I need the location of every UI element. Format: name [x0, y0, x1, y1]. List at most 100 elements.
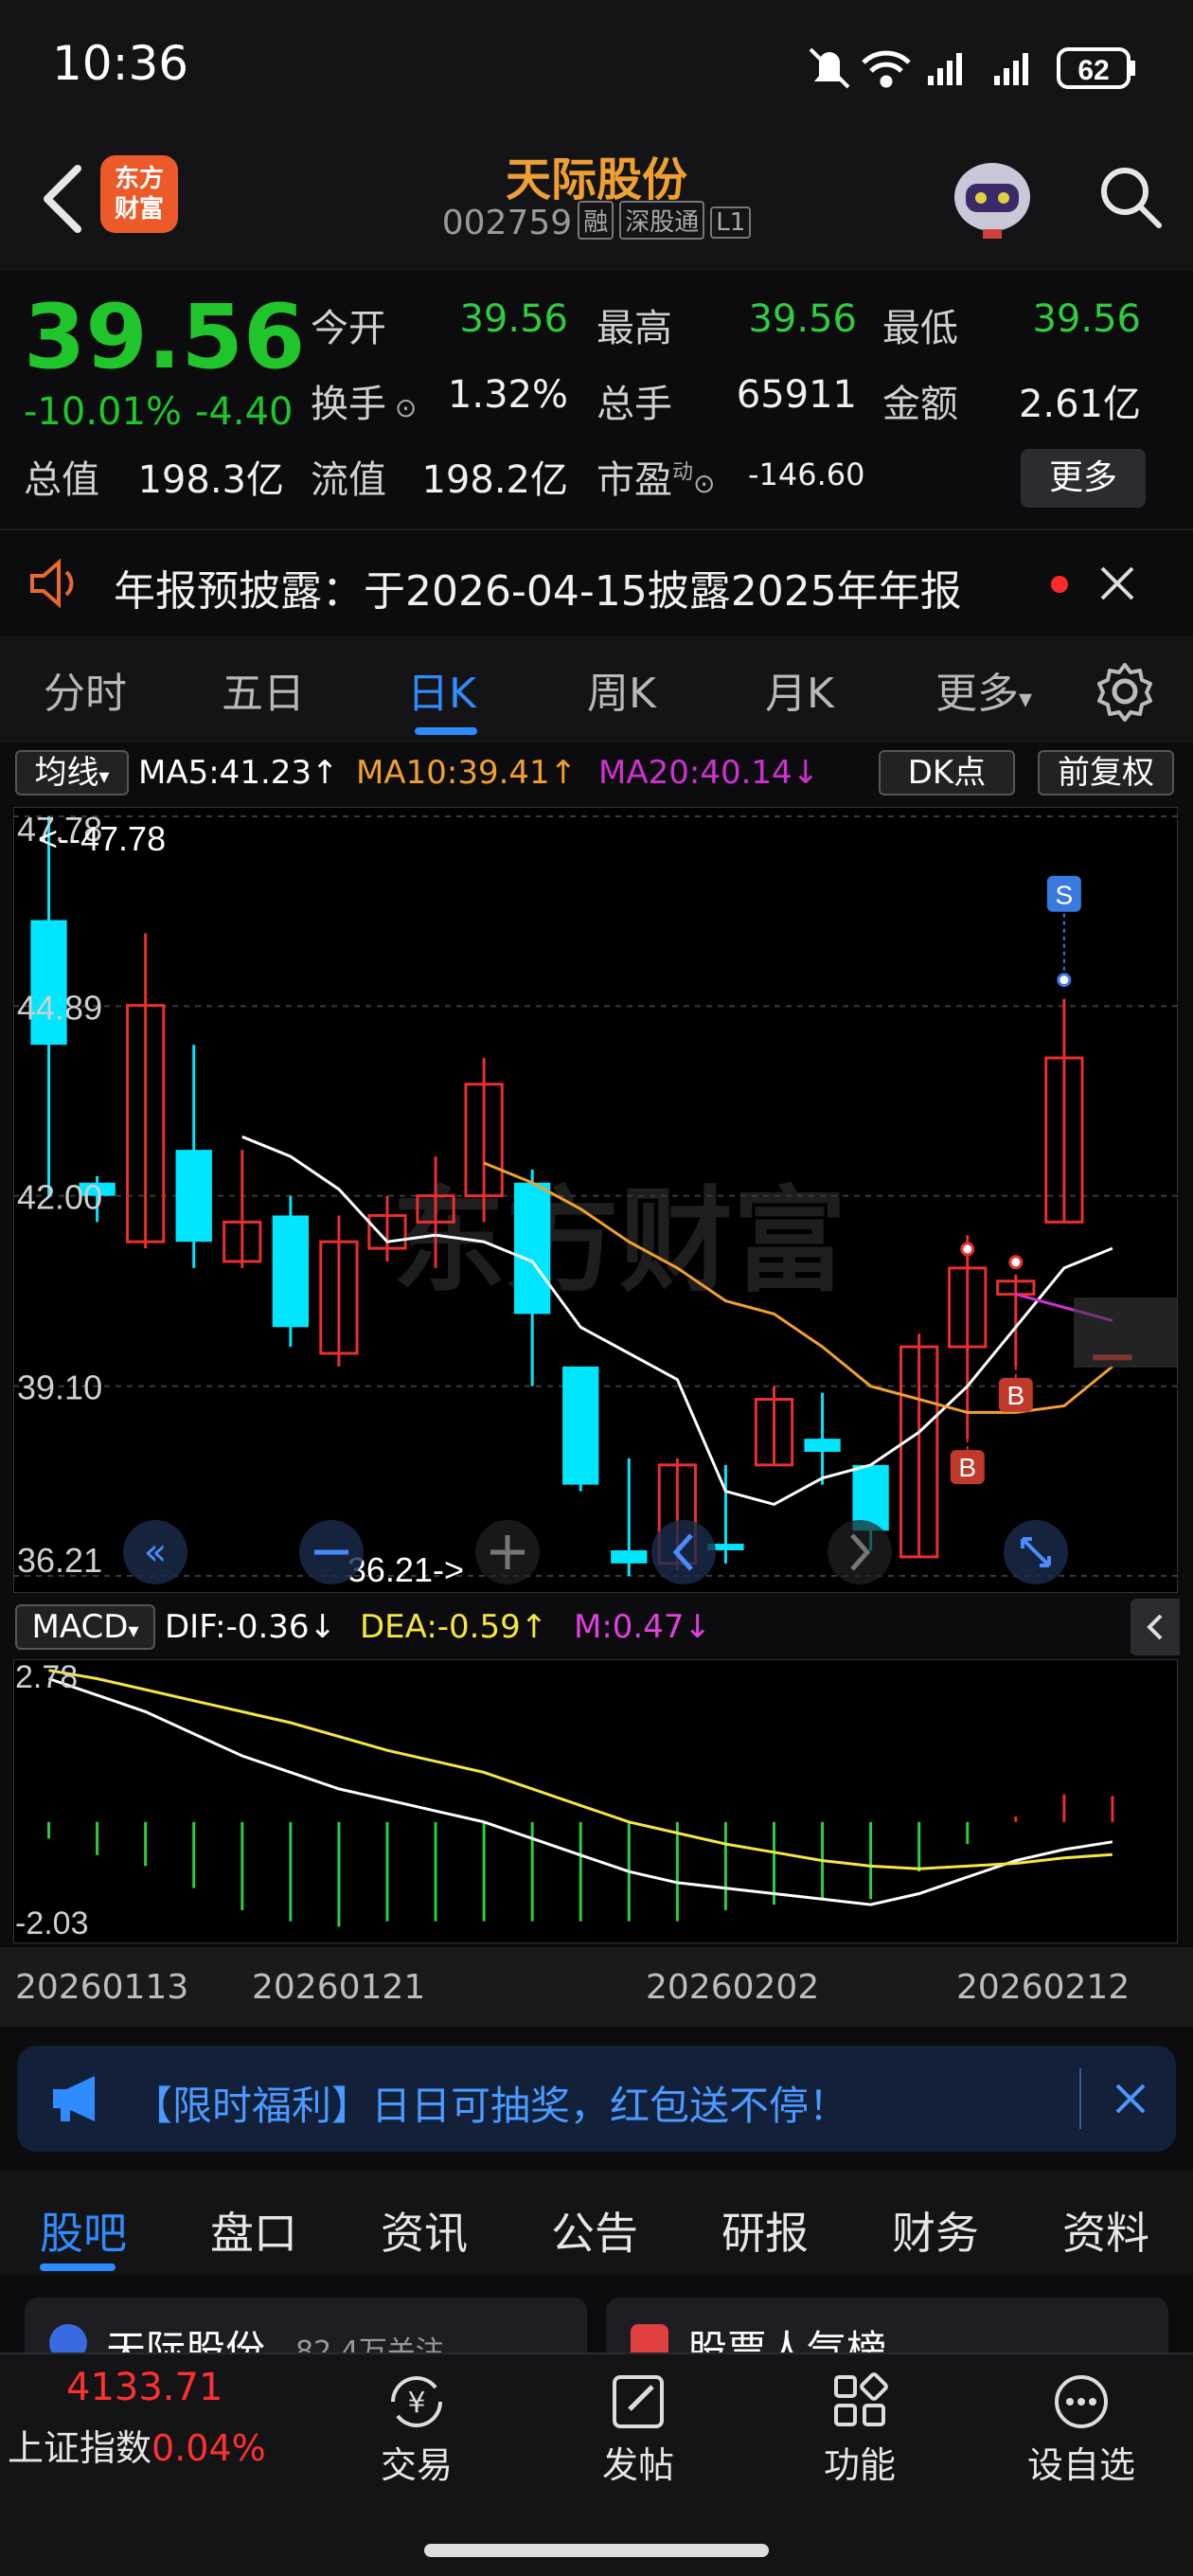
- zoom-out-button[interactable]: [299, 1520, 364, 1584]
- tab-announcements[interactable]: 公告: [551, 2199, 638, 2262]
- candle-body: [514, 1182, 551, 1315]
- turnover-label[interactable]: 换手 ⊙: [311, 373, 417, 428]
- candle-body: [175, 1150, 212, 1243]
- svg-text:¥: ¥: [407, 2387, 425, 2420]
- amount-label: 金额: [882, 383, 958, 426]
- change-percent: -10.01%: [24, 390, 182, 434]
- tab-weekly-k[interactable]: 周K: [587, 659, 656, 720]
- forward-adjust-button[interactable]: 前复权: [1038, 750, 1174, 796]
- tab-financials[interactable]: 财务: [892, 2199, 979, 2262]
- notice-text: 年报预披露：于2026-04-15披露2025年年报: [114, 567, 962, 616]
- max-price-label: <--47.78: [38, 819, 166, 858]
- watermark: 东方财富: [392, 1178, 846, 1305]
- x-tick-label: 20260202: [646, 1968, 820, 2007]
- double-chevron-left-icon: «: [144, 1530, 167, 1574]
- close-icon[interactable]: [1113, 2082, 1148, 2116]
- candlestick-chart[interactable]: 东方财富 47.7844.8942.0039.1036.21 BBS <--47…: [13, 807, 1178, 1593]
- active-tab-indicator: [40, 2263, 116, 2271]
- signal-icon-1: [928, 53, 962, 85]
- pe-label[interactable]: 市盈动⊙: [596, 449, 715, 504]
- signal-dot: [1008, 1255, 1024, 1270]
- status-icons: 62: [809, 47, 1135, 89]
- annual-report-notice[interactable]: 年报预披露：于2026-04-15披露2025年年报: [0, 528, 1193, 635]
- bottom-navigation: 4133.71 上证指数0.04% ¥ 交易 发帖 功能 设自选: [0, 2352, 1193, 2576]
- forum-cards: 天际股份 82.4万关注 股票人气榜: [0, 2277, 1193, 2352]
- tab-profile[interactable]: 资料: [1062, 2199, 1149, 2262]
- zoom-in-button[interactable]: [475, 1520, 540, 1584]
- tag-margin: 融: [578, 201, 614, 240]
- ranking-icon: [631, 2324, 668, 2352]
- yuan-exchange-icon: ¥: [391, 2376, 442, 2427]
- dk-point-button[interactable]: DK点: [879, 750, 1015, 796]
- x-tick-label: 20260121: [252, 1968, 426, 2007]
- y-tick-label: 39.10: [17, 1368, 102, 1407]
- tab-monthly-k[interactable]: 月K: [765, 659, 834, 720]
- market-cap-value: 198.3亿: [137, 458, 284, 502]
- min-price-label: 36.21->: [347, 1550, 464, 1589]
- quote-panel: 39.56 -10.01% -4.40 今开 39.56 最高 39.56 最低…: [0, 271, 1193, 527]
- macd-selector[interactable]: MACD▾: [15, 1604, 155, 1650]
- more-dots-icon: [1055, 2375, 1108, 2428]
- m-value: M:0.47↓: [574, 1608, 711, 1646]
- candle-body: [272, 1215, 309, 1328]
- chevron-left-icon: [1147, 1614, 1163, 1640]
- tab-daily-k[interactable]: 日K: [407, 659, 476, 720]
- high-value: 39.56: [748, 297, 857, 341]
- market-cap-label: 总值: [24, 458, 99, 502]
- fullscreen-button[interactable]: [1004, 1520, 1068, 1584]
- close-icon[interactable]: [1098, 564, 1136, 602]
- scroll-left-button[interactable]: «: [123, 1520, 187, 1584]
- volume-value: 65911: [736, 373, 857, 417]
- tab-research[interactable]: 研报: [721, 2199, 809, 2262]
- search-icon[interactable]: [1096, 163, 1165, 231]
- tab-intraday[interactable]: 分时: [44, 659, 127, 720]
- tab-order-book[interactable]: 盘口: [210, 2199, 297, 2262]
- dif-value: DIF:-0.36↓: [165, 1608, 337, 1646]
- popularity-card[interactable]: 股票人气榜: [606, 2298, 1168, 2352]
- promo-banner[interactable]: 【限时福利】日日可抽奖，红包送不停！: [17, 2046, 1176, 2152]
- nav-functions[interactable]: 功能: [793, 2371, 926, 2488]
- promo-divider: [1079, 2068, 1081, 2129]
- unread-dot: [1051, 576, 1068, 593]
- step-left-button[interactable]: [651, 1520, 716, 1584]
- status-time: 10:36: [52, 36, 189, 91]
- robot-assistant-icon[interactable]: [947, 150, 1038, 244]
- pe-value: -146.60: [748, 456, 865, 492]
- forum-stock-name: 天际股份: [106, 2327, 266, 2352]
- index-widget[interactable]: 上证指数0.04%: [8, 2419, 266, 2471]
- y-tick-label: 36.21: [17, 1541, 102, 1580]
- open-label: 今开: [311, 307, 386, 350]
- price-tag-box: [1074, 1297, 1178, 1368]
- tab-forum[interactable]: 股吧: [40, 2199, 127, 2262]
- open-value: 39.56: [459, 297, 568, 341]
- collapse-panel-button[interactable]: [1131, 1599, 1180, 1655]
- tab-news[interactable]: 资讯: [381, 2199, 468, 2262]
- high-label: 最高: [596, 307, 672, 350]
- tab-more[interactable]: 更多▾: [935, 659, 1032, 720]
- macd-chart[interactable]: 2.78 -2.03: [13, 1659, 1178, 1943]
- index-value: 4133.71: [66, 2366, 223, 2409]
- tab-five-day[interactable]: 五日: [222, 659, 305, 720]
- tag-level: L1: [710, 206, 752, 239]
- ma20-value: MA20:40.14↓: [598, 754, 820, 792]
- promo-text: 【限时福利】日日可抽奖，红包送不停！: [133, 2083, 849, 2129]
- nav-post[interactable]: 发帖: [572, 2371, 704, 2488]
- nav-trade[interactable]: ¥ 交易: [350, 2371, 483, 2488]
- ma10-value: MA10:39.41↑: [356, 754, 578, 792]
- x-tick-label: 20260212: [956, 1968, 1131, 2007]
- status-bar: 10:36 62: [0, 0, 1193, 133]
- macd-indicator-bar: MACD▾ DIF:-0.36↓ DEA:-0.59↑ M:0.47↓: [0, 1599, 1193, 1655]
- buy-signal-label: B: [1006, 1381, 1024, 1410]
- nav-watchlist-settings[interactable]: 设自选: [1015, 2371, 1148, 2488]
- ma-selector[interactable]: 均线▾: [15, 750, 129, 796]
- float-cap-value: 198.2亿: [421, 458, 568, 502]
- megaphone-icon: [53, 2076, 95, 2121]
- y-tick-label: 44.89: [17, 988, 102, 1027]
- step-right-button[interactable]: [828, 1520, 892, 1584]
- more-button[interactable]: 更多: [1021, 449, 1146, 508]
- gear-icon[interactable]: [1095, 661, 1155, 722]
- y-tick-label: 42.00: [17, 1178, 102, 1217]
- stock-forum-card[interactable]: 天际股份 82.4万关注: [25, 2298, 587, 2352]
- speaker-icon: [30, 558, 74, 609]
- sell-signal-label: S: [1056, 881, 1074, 910]
